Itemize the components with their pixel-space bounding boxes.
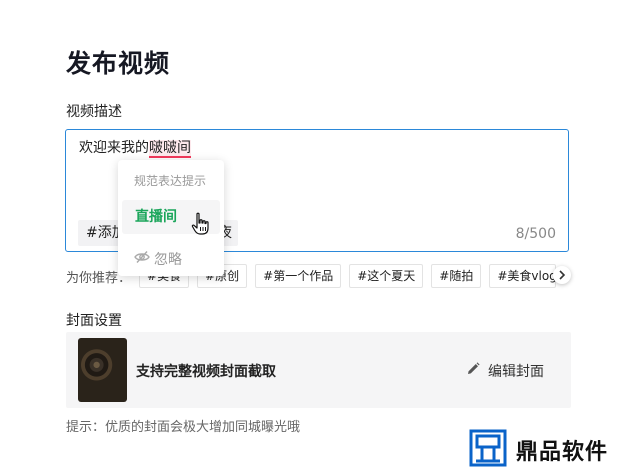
recommend-tag-5[interactable]: #美食vlog xyxy=(489,264,557,288)
flagged-word[interactable]: 啵啵间 xyxy=(149,140,191,158)
cover-hint: 提示：优质的封面会极大增加同城曝光哦 xyxy=(66,420,301,435)
description-text-prefix: 欢迎来我的 xyxy=(79,140,149,156)
eye-off-icon xyxy=(134,250,150,268)
ignore-button[interactable]: 忽略 xyxy=(134,249,182,269)
cover-thumbnail[interactable] xyxy=(78,338,127,402)
recommend-tag-2[interactable]: #第一个作品 xyxy=(255,264,342,288)
cover-card: 支持完整视频封面截取 编辑封面 xyxy=(66,332,571,408)
popup-hint-title: 规范表达提示 xyxy=(134,174,207,188)
hand-cursor-icon xyxy=(191,212,211,240)
brand-logo-icon xyxy=(468,428,508,472)
ignore-label: 忽略 xyxy=(154,252,182,268)
pencil-icon xyxy=(466,362,480,380)
description-text[interactable]: 欢迎来我的啵啵间 xyxy=(79,137,191,158)
edit-cover-label: 编辑封面 xyxy=(488,364,544,380)
cover-label: 封面设置 xyxy=(66,313,122,329)
watermark-text: 鼎品软件 xyxy=(516,440,609,465)
cover-title: 支持完整视频封面截取 xyxy=(136,364,276,380)
recommend-tag-4[interactable]: #随拍 xyxy=(431,264,482,288)
edit-cover-button[interactable]: 编辑封面 xyxy=(466,361,544,381)
char-counter: 8/500 xyxy=(515,226,556,242)
chevron-right-icon[interactable] xyxy=(553,266,571,284)
description-label: 视频描述 xyxy=(66,104,122,120)
recommend-tag-3[interactable]: #这个夏天 xyxy=(349,264,424,288)
watermark: 鼎品软件 xyxy=(468,428,608,472)
page-title: 发布视频 xyxy=(66,49,171,78)
